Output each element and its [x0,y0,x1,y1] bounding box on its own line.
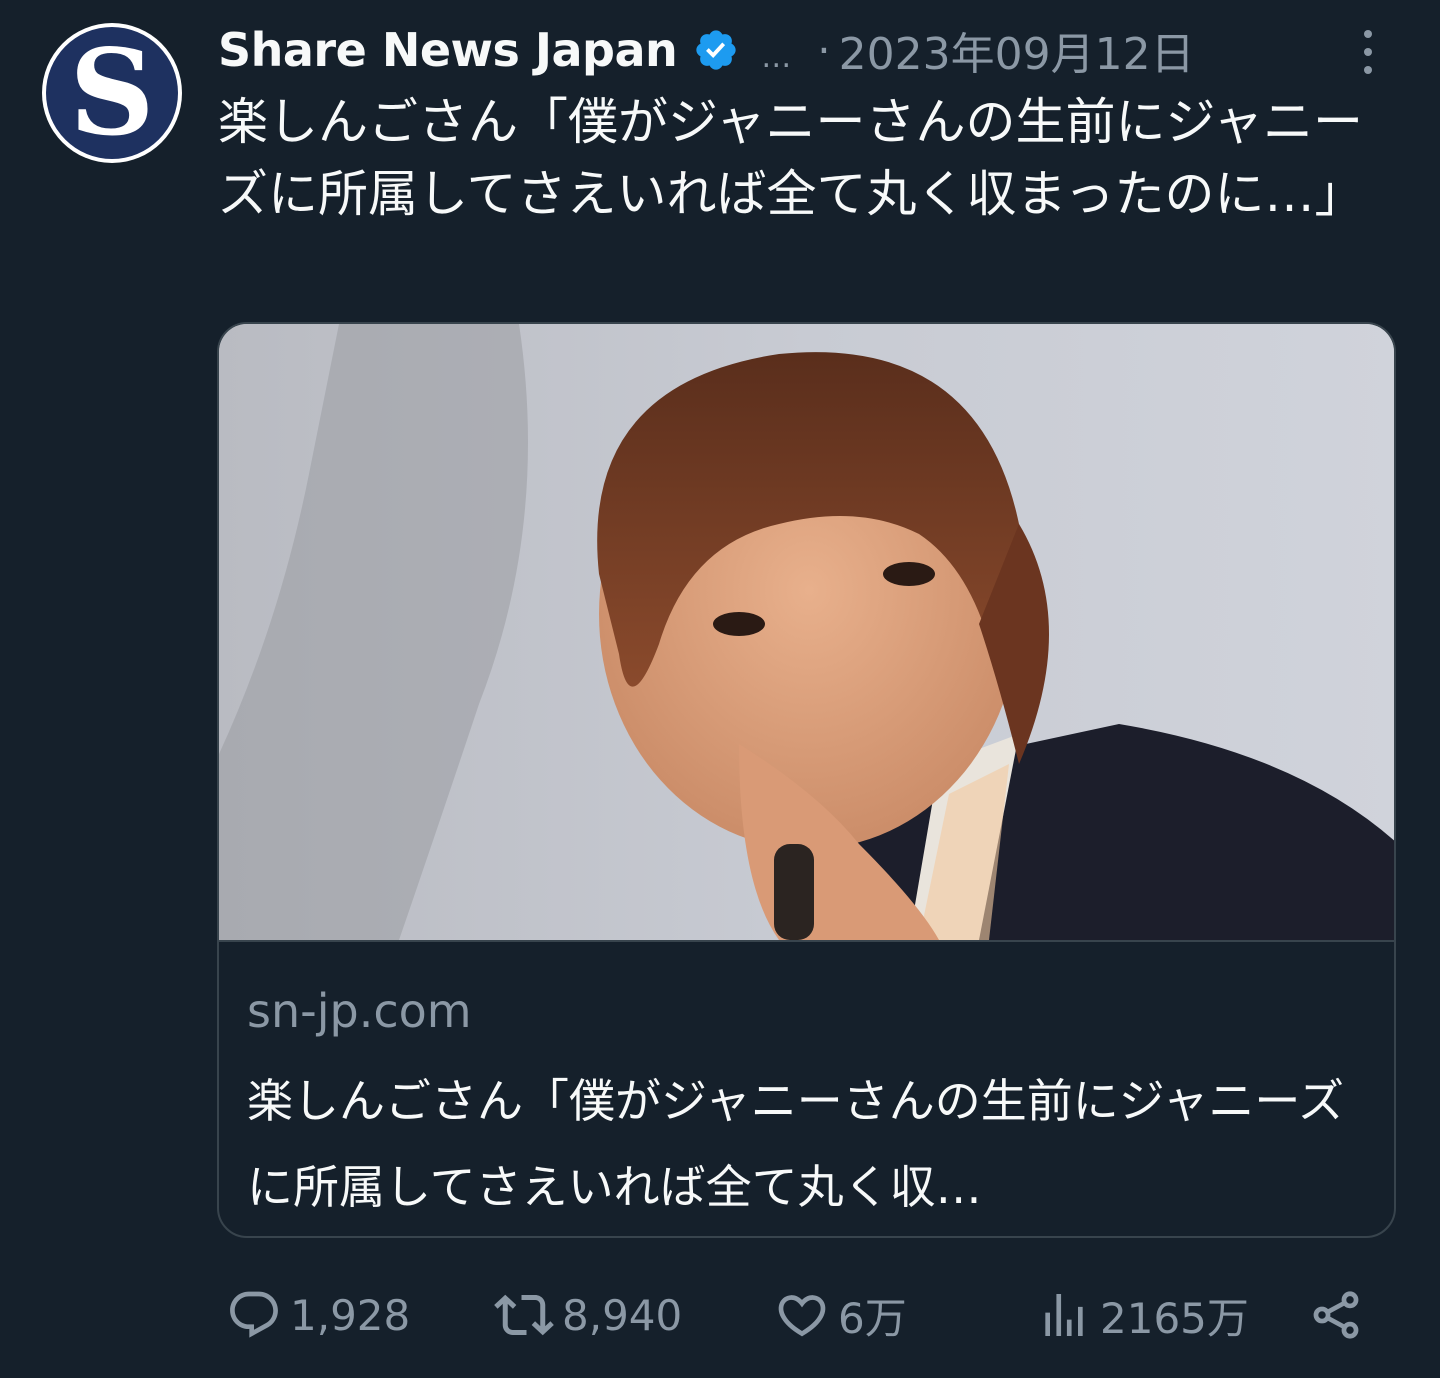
name-ellipsis: … [761,39,792,75]
retweet-count: 8,940 [562,1290,683,1340]
verified-badge-icon [693,27,739,73]
tweet-date[interactable]: 2023年09月12日 [839,18,1195,82]
views-count: 2165万 [1100,1293,1249,1343]
tweet-text: 楽しんごさん「僕がジャニーさんの生前にジャニーズに所属してさえいれば全て丸く収ま… [218,93,1365,223]
retweet-icon [494,1285,554,1345]
heart-icon [774,1287,830,1343]
tweet-header: Share News Japan … · 2023年09月12日 [218,18,1400,82]
card-title: 楽しんごさん「僕がジャニーさんの生前にジャニーズに所属してさえいれば全て丸く収… [247,1074,1345,1214]
views-icon [1036,1287,1092,1343]
share-icon [1308,1287,1364,1343]
views-button[interactable]: 2165万 [1036,1280,1249,1350]
reply-count: 1,928 [290,1290,411,1340]
card-domain: sn-jp.com [247,984,472,1038]
author-name[interactable]: Share News Japan [218,23,678,77]
reply-icon [226,1287,282,1343]
link-card[interactable]: sn-jp.com 楽しんごさん「僕がジャニーさんの生前にジャニーズに所属してさ… [217,322,1396,1238]
avatar[interactable]: S [42,23,182,163]
action-bar: 1,928 8,940 6万 2165万 [0,1280,1440,1350]
retweet-button[interactable]: 8,940 [494,1280,682,1350]
card-meta: sn-jp.com 楽しんごさん「僕がジャニーさんの生前にジャニーズに所属してさ… [219,940,1394,1236]
card-image[interactable] [219,324,1394,940]
like-count: 6万 [838,1293,907,1343]
card-photo [219,324,1394,940]
separator: · [817,25,831,75]
like-button[interactable]: 6万 [774,1280,907,1350]
reply-button[interactable]: 1,928 [226,1280,410,1350]
more-options-icon[interactable] [1348,30,1388,74]
share-button[interactable] [1308,1280,1364,1350]
avatar-logo: S [46,27,178,159]
tweet[interactable]: S Share News Japan … · 2023年09月12日 楽しんごさ… [0,0,1440,1378]
